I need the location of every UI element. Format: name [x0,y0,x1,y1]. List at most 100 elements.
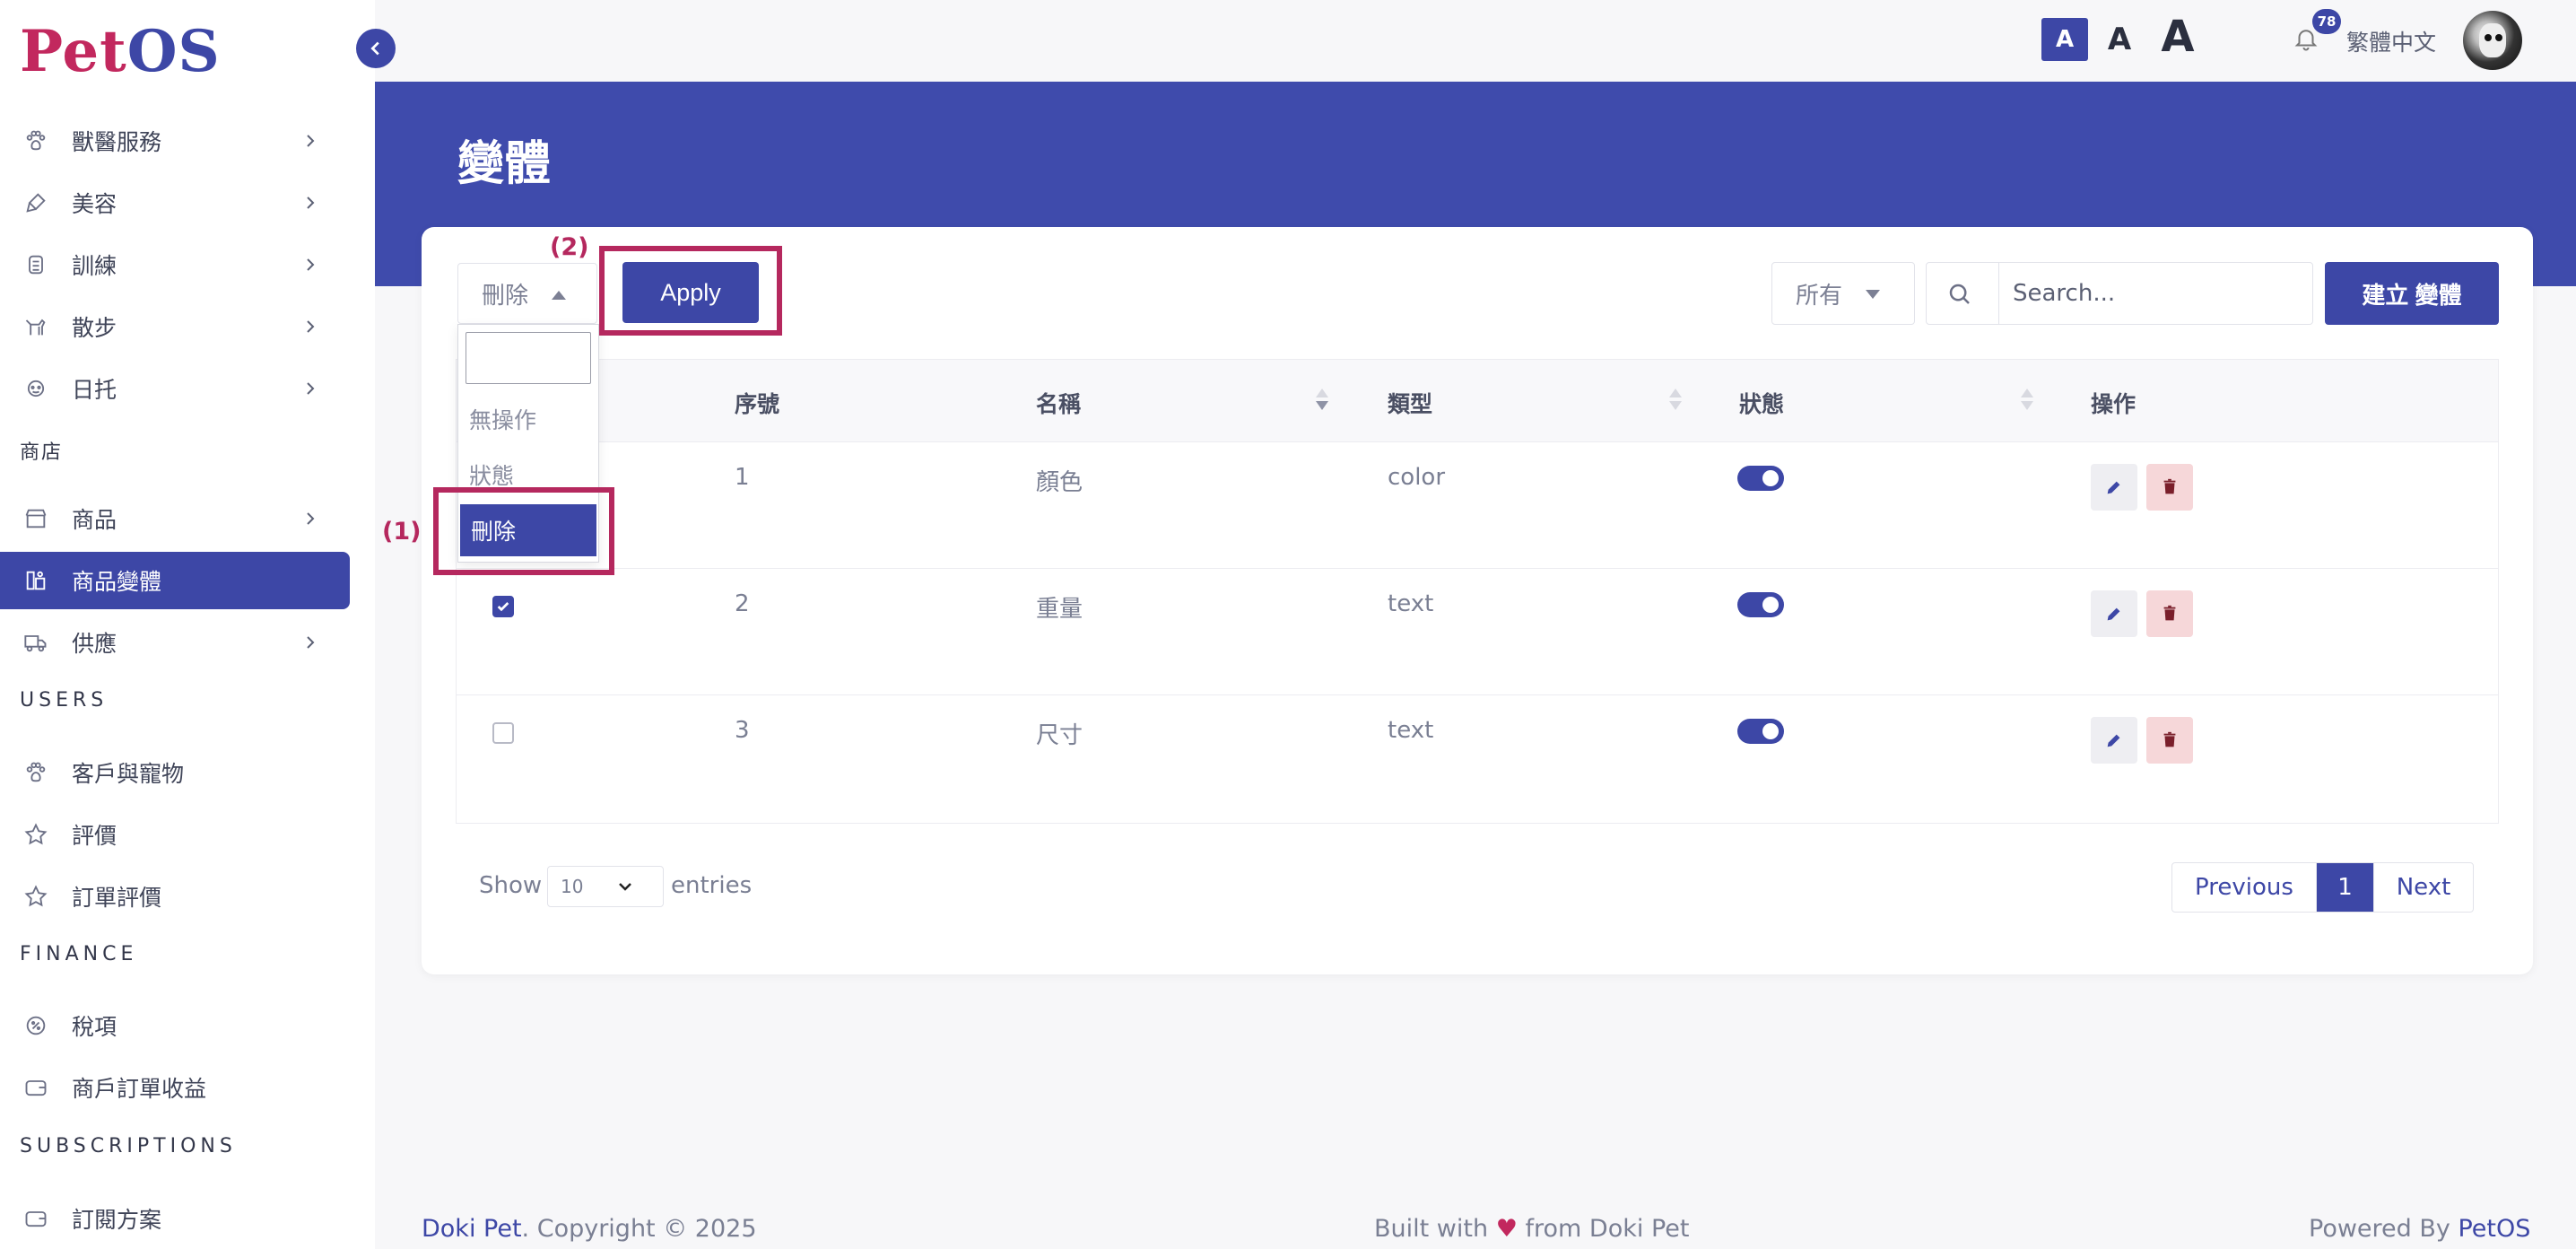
annotation-step-2: (2) [550,233,589,261]
column-header-status[interactable]: 狀態 [1739,387,1784,419]
cell-type: color [1388,464,1446,491]
sidebar-item-merchant-revenue[interactable]: 商戶訂單收益 [0,1059,350,1116]
cell-id: 2 [735,590,750,617]
column-header-actions: 操作 [2091,391,2137,417]
table-row: 3 尺寸 text [457,695,2498,822]
sidebar-item-customers-pets[interactable]: 客戶與寵物 [0,744,350,801]
page-number-button[interactable]: 1 [2317,863,2374,912]
entries-label: entries [671,872,753,899]
sidebar-item-label: 稅項 [72,1014,117,1040]
star-icon [23,822,48,847]
entries-per-page-select[interactable]: 10 [547,866,664,907]
sidebar: PetOS 獸醫服務 美容 訓練 散步 日托 商店 商品 商品變體 供應 USE… [0,0,375,1249]
caret-down-icon [1866,290,1880,299]
section-users: USERS [20,689,109,712]
paw-icon [23,128,48,153]
sidebar-item-reviews[interactable]: 評價 [0,806,350,863]
footer-powered-brand-link[interactable]: PetOS [2458,1215,2530,1243]
petos-logo[interactable]: PetOS [20,18,221,85]
column-header-type[interactable]: 類型 [1388,387,1432,419]
caret-up-icon [552,291,566,300]
footer-brand-link[interactable]: Doki Pet [422,1215,522,1243]
sidebar-collapse-button[interactable] [356,29,396,68]
sidebar-item-vet[interactable]: 獸醫服務 [0,112,350,170]
create-variant-button[interactable]: 建立 變體 [2325,262,2499,325]
edit-button[interactable] [2091,464,2137,511]
sidebar-item-label: 商品變體 [72,569,162,595]
footer-copyright-text: . Copyright © 2025 [521,1215,757,1243]
bulk-action-select[interactable]: 刪除 [457,263,597,324]
font-size-medium-button[interactable]: A [2097,18,2142,61]
treat-icon [23,252,48,277]
sidebar-item-label: 日托 [72,377,117,403]
show-label: Show [479,872,543,899]
cell-id: 1 [735,464,750,491]
delete-button[interactable] [2146,717,2193,764]
cell-type: text [1388,590,1434,617]
sidebar-item-tax[interactable]: 稅項 [0,997,350,1054]
dropdown-option-no-action[interactable]: 無操作 [458,393,598,445]
sort-icon[interactable] [1316,389,1328,415]
sidebar-item-grooming[interactable]: 美容 [0,174,350,231]
sidebar-item-products[interactable]: 商品 [0,490,350,547]
sort-icon[interactable] [1669,389,1682,415]
avatar[interactable] [2463,11,2522,70]
variants-table: 序號 名稱 類型 狀態 操作 1 顏色 color 2 重量 text 3 尺寸… [456,359,2499,824]
column-header-name[interactable]: 名稱 [1036,387,1081,419]
sidebar-item-order-reviews[interactable]: 訂單評價 [0,868,350,925]
row-checkbox[interactable] [492,596,514,617]
table-row: 1 顏色 color [457,442,2498,569]
section-subscriptions: SUBSCRIPTIONS [20,1135,237,1157]
chevron-right-icon [300,378,321,399]
page-title: 變體 [457,137,552,191]
sidebar-item-walking[interactable]: 散步 [0,298,350,355]
search-input[interactable] [2013,275,2282,311]
truck-icon [23,630,48,655]
sidebar-item-product-variants[interactable]: 商品變體 [0,552,350,609]
check-icon [497,602,509,612]
chevron-right-icon [300,632,321,653]
column-header-id[interactable]: 序號 [735,387,779,419]
logo-part-pet: Pet [20,18,127,85]
sidebar-item-daycare[interactable]: 日托 [0,360,350,417]
cell-name: 尺寸 [1036,722,1083,749]
sidebar-item-training[interactable]: 訓練 [0,236,350,293]
notification-badge: 78 [2312,9,2341,34]
annotation-highlight-delete [433,487,614,575]
sidebar-item-subscription-plans[interactable]: 訂閱方案 [0,1190,350,1247]
sidebar-item-label: 散步 [72,315,117,341]
next-page-button[interactable]: Next [2374,863,2473,912]
dropdown-search-input[interactable] [466,332,591,384]
section-shop: 商店 [20,441,64,464]
heart-icon: ♥ [1495,1215,1518,1243]
delete-button[interactable] [2146,464,2193,511]
sort-icon[interactable] [2021,389,2033,415]
sidebar-item-supply[interactable]: 供應 [0,614,350,671]
status-toggle[interactable] [1737,466,1784,491]
sidebar-item-label: 美容 [72,191,117,217]
sidebar-item-label: 供應 [72,631,117,657]
status-toggle[interactable] [1737,592,1784,617]
pencil-icon [2107,607,2120,621]
language-selector[interactable]: 繁體中文 [2346,25,2436,57]
previous-page-button[interactable]: Previous [2172,863,2317,912]
dog-walk-icon [23,314,48,339]
status-filter-value: 所有 [1796,282,1843,310]
row-checkbox[interactable] [492,722,514,744]
font-size-large-button[interactable]: A [2151,12,2205,62]
table-header: 序號 名稱 類型 狀態 操作 [457,360,2498,442]
chevron-right-icon [300,130,321,152]
edit-button[interactable] [2091,717,2137,764]
status-toggle[interactable] [1737,719,1784,744]
delete-button[interactable] [2146,590,2193,637]
footer-powered-by: Powered By PetOS [2309,1215,2530,1243]
font-size-small-button[interactable]: A [2041,18,2088,61]
footer-built-with: Built with ♥ from Doki Pet [1374,1215,1689,1243]
chevron-right-icon [300,316,321,337]
pencil-icon [2107,481,2120,494]
edit-button[interactable] [2091,590,2137,637]
status-filter-select[interactable]: 所有 [1771,262,1915,325]
annotation-highlight-apply [599,246,782,336]
trash-icon [2163,478,2176,494]
bulk-action-value: 刪除 [482,282,529,310]
